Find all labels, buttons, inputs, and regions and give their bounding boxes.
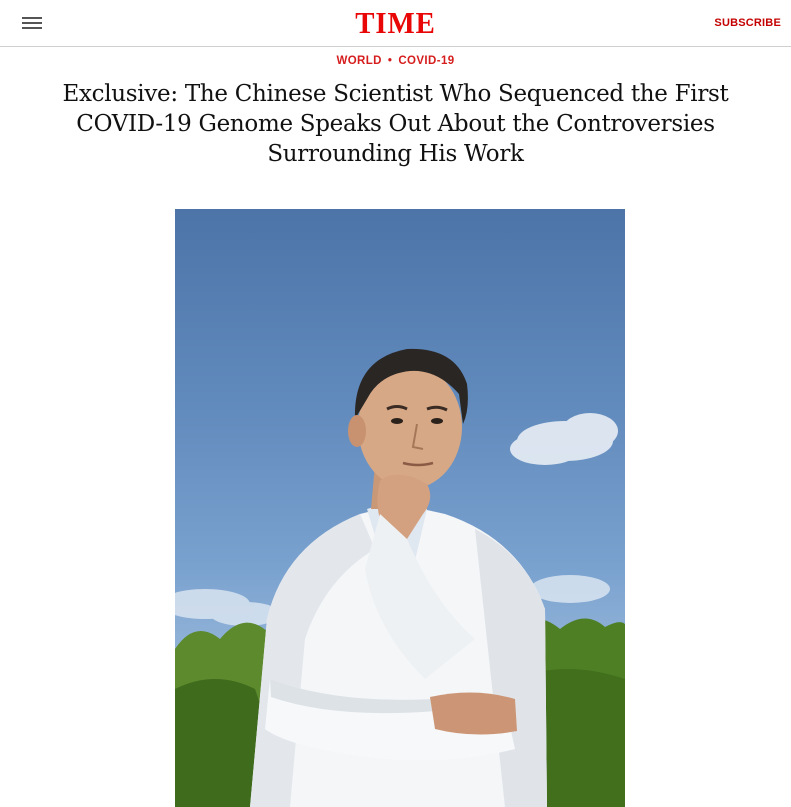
site-header: TIME SUBSCRIBE (0, 0, 791, 47)
hero-image (175, 209, 625, 807)
subscribe-button[interactable]: SUBSCRIBE (714, 17, 781, 29)
time-logo[interactable]: TIME (28, 7, 764, 39)
hero-photo-illustration (175, 348, 625, 807)
kicker-separator: • (387, 55, 393, 67)
topic-link-covid-19[interactable]: COVID-19 (398, 55, 454, 67)
article-kicker: WORLD • COVID-19 (0, 55, 791, 67)
section-link-world[interactable]: WORLD (336, 55, 381, 67)
article-headline: Exclusive: The Chinese Scientist Who Seq… (62, 81, 729, 167)
